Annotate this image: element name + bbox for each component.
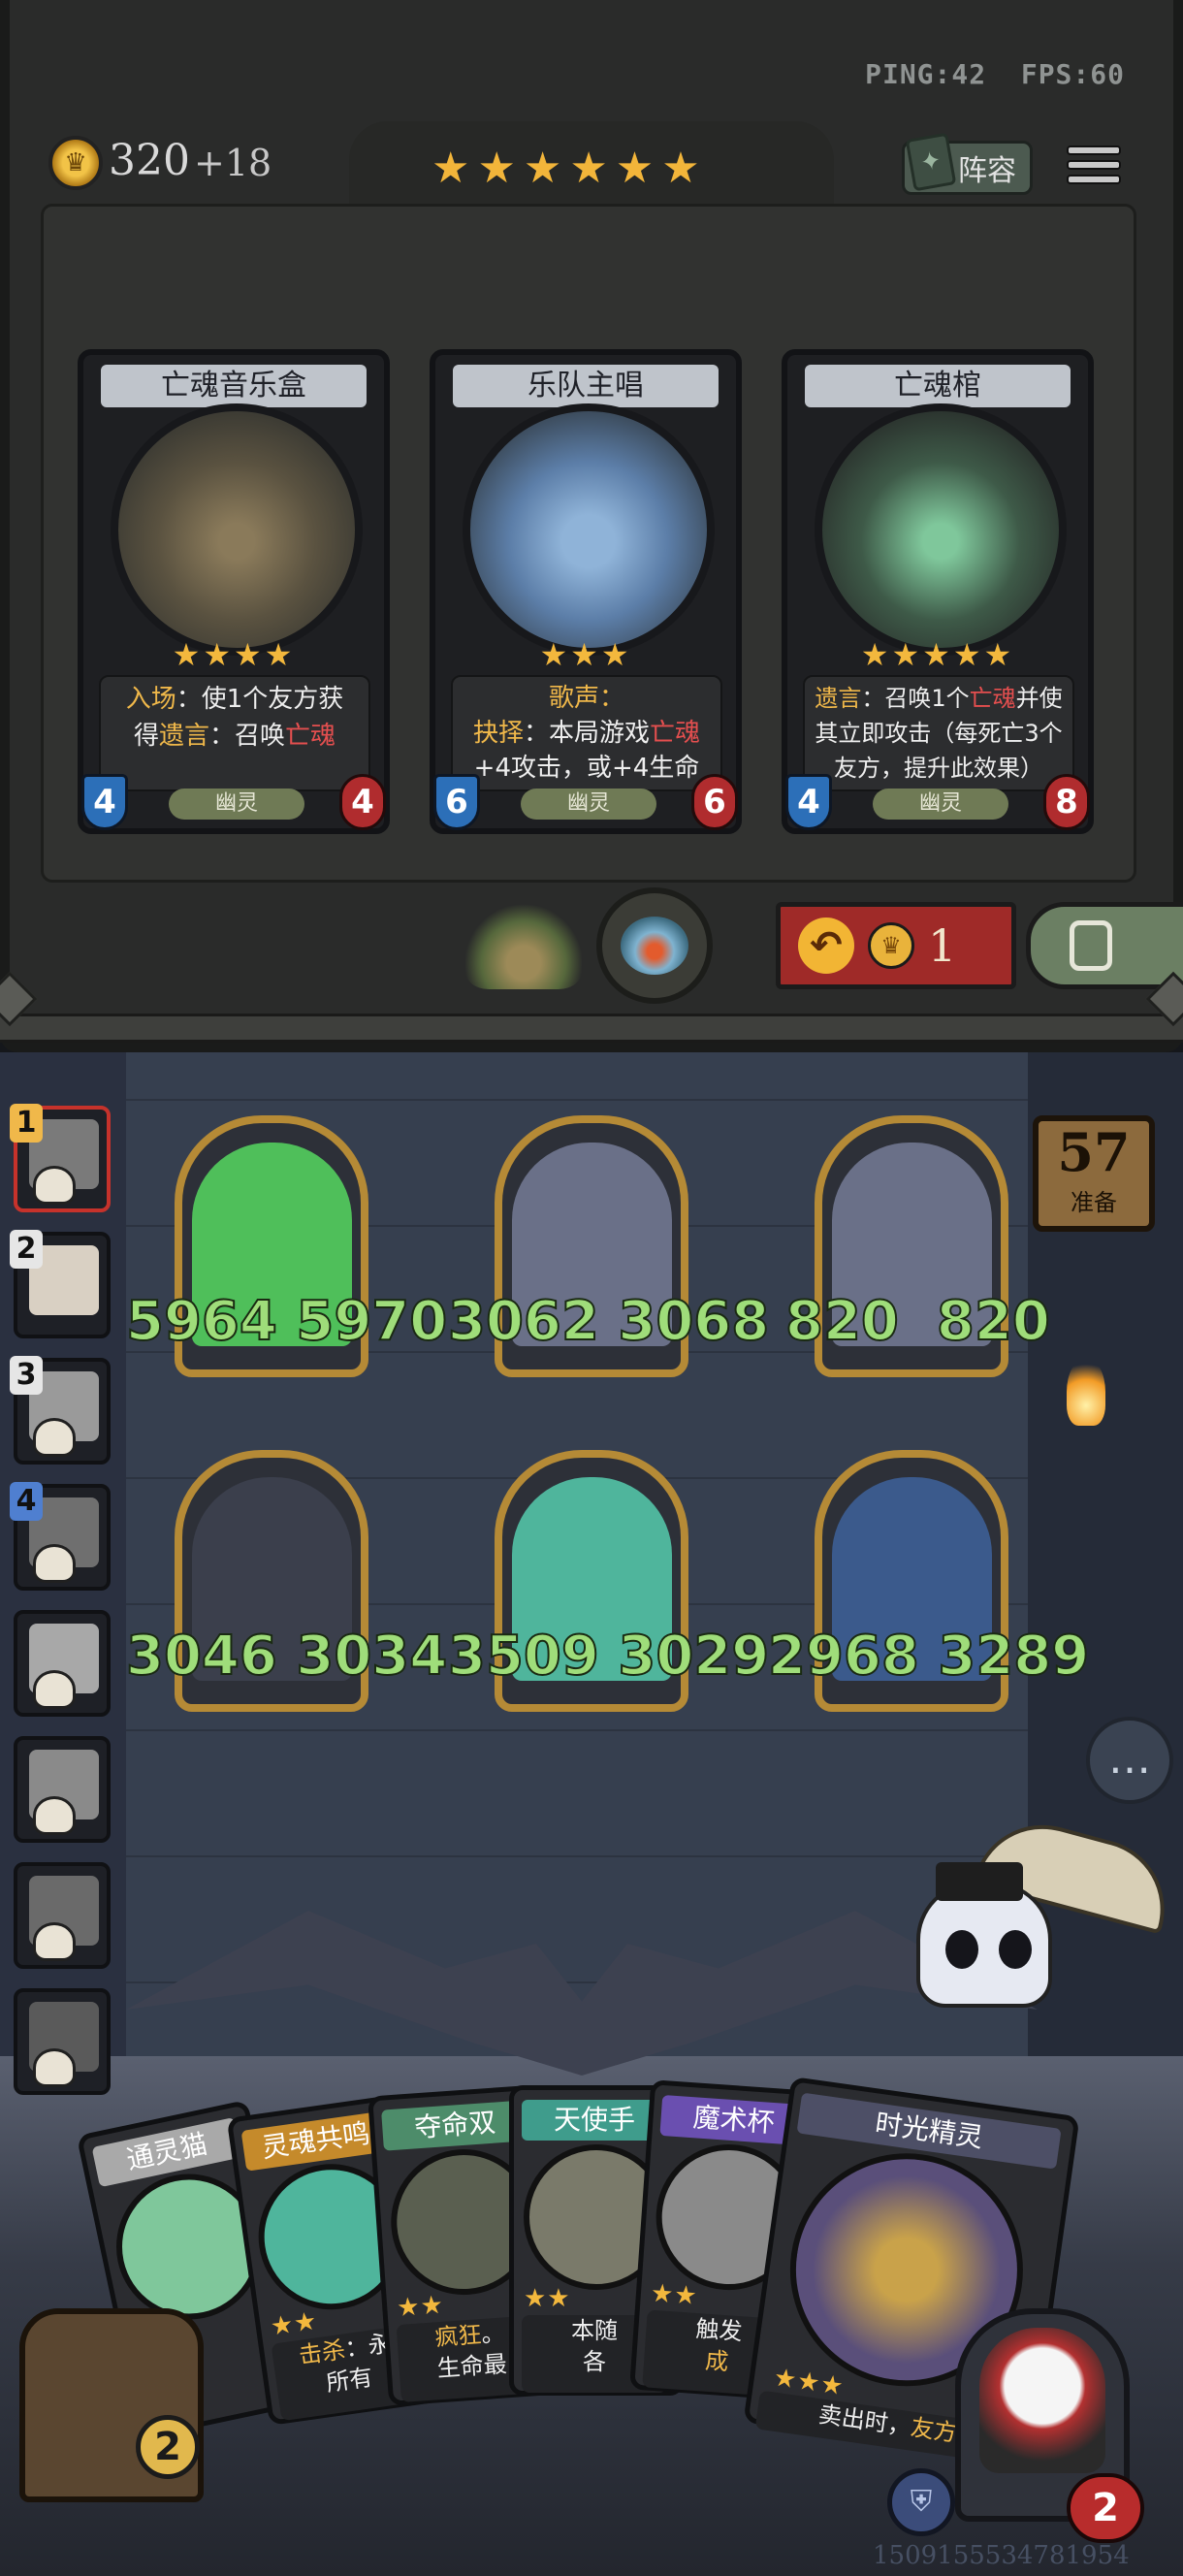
gold-amount: 320: [109, 136, 190, 185]
card-name: 亡魂棺: [805, 365, 1071, 407]
lineup-slot[interactable]: [14, 1988, 111, 2095]
minion-health: 3029: [617, 1624, 770, 1689]
lock-icon: [1070, 920, 1112, 971]
book-icon: ✦: [905, 132, 957, 192]
minion-attack: 3509: [447, 1624, 600, 1689]
minion-stats: 3509 3029: [447, 1624, 770, 1689]
coffin-portrait: [815, 403, 1067, 656]
hero-portrait: [979, 2328, 1105, 2473]
minion-attack: 3046: [125, 1624, 278, 1689]
herb-icon[interactable]: [465, 902, 582, 989]
lineup-slot[interactable]: 4: [10, 1482, 111, 1591]
card-tribe-tag: 幽灵: [873, 789, 1008, 820]
health-stat: 6: [691, 774, 738, 830]
player-id: 1509155534781954: [873, 2541, 1130, 2570]
round-timer: 57 准备: [1033, 1115, 1155, 1232]
hand-card-stars: ★★: [649, 2278, 699, 2311]
shop-card[interactable]: 亡魂棺 ★★★★★ 遗言：召唤1个亡魂并使 其立即攻击（每死亡3个 友方，提升此…: [782, 349, 1094, 834]
minion-stats: 2968 3289: [767, 1624, 1090, 1689]
card-tribe-tag: 幽灵: [169, 789, 304, 820]
card-tribe-tag: 幽灵: [521, 789, 656, 820]
skull-icon: [33, 1544, 76, 1583]
minion-health: 5970: [295, 1289, 448, 1354]
card-name: 乐队主唱: [453, 365, 719, 407]
torch-icon: [1067, 1358, 1105, 1426]
card-description: 遗言：召唤1个亡魂并使 其立即攻击（每死亡3个 友方，提升此效果）: [803, 675, 1074, 791]
refresh-button[interactable]: ↶ ♛ 1: [776, 902, 1016, 989]
lineup-slot[interactable]: [14, 1862, 111, 1969]
hand-card-stars: ★★: [268, 2306, 320, 2342]
skull-icon: [33, 1166, 76, 1205]
hand-card-title: 天使手: [522, 2100, 667, 2141]
minion-stats: 820 820: [784, 1289, 1051, 1354]
gold-coin-icon: ♛: [868, 922, 914, 969]
tavern-tier-stars: ★★★★★★: [432, 144, 708, 193]
health-stat: 4: [339, 774, 386, 830]
menu-icon[interactable]: [1067, 141, 1121, 195]
skull-icon: [33, 1418, 76, 1457]
panel-rail: [0, 1014, 1183, 1043]
hand-card-stars: ★★: [524, 2284, 571, 2313]
fishbowl-button[interactable]: [596, 887, 713, 1004]
minion-health: 3289: [937, 1624, 1090, 1689]
attack-stat: 4: [785, 774, 832, 830]
fishbowl-icon: [621, 917, 688, 975]
skull-icon: [33, 1922, 76, 1961]
attack-stat: 4: [81, 774, 128, 830]
hero-health: 2: [1067, 2473, 1144, 2543]
lead-singer-portrait: [463, 403, 715, 656]
minion-attack: 3062: [447, 1289, 600, 1354]
deck-count: 2: [136, 2415, 200, 2479]
card-description: 入场：使1个友方获 得遗言：召唤亡魂: [99, 675, 370, 791]
minion-health: 3034: [295, 1624, 448, 1689]
minion-stats: 3062 3068: [447, 1289, 770, 1354]
gold-coin-icon: ♛: [48, 136, 103, 190]
card-stars: ★★★: [539, 636, 632, 673]
health-stat: 8: [1043, 774, 1090, 830]
refresh-icon: ↶: [798, 918, 854, 974]
card-stars: ★★★★: [172, 636, 296, 673]
lineup-slot[interactable]: 1: [10, 1104, 111, 1212]
shop-card[interactable]: 乐队主唱 ★★★ 歌声： 抉择：本局游戏亡魂 +4攻击，或+4生命 幽灵 6 6: [430, 349, 742, 834]
minion-attack: 820: [784, 1289, 900, 1354]
card-name: 亡魂音乐盒: [101, 365, 367, 407]
skull-icon: [33, 1796, 76, 1835]
ghost-pet: [902, 1823, 1076, 2017]
lineup-slot[interactable]: [14, 1736, 111, 1843]
chat-icon[interactable]: …: [1086, 1717, 1173, 1804]
timer-label: 准备: [1071, 1189, 1117, 1216]
gold-income: +18: [194, 142, 272, 184]
ping-text: PING:42: [865, 58, 987, 90]
attack-stat: 6: [433, 774, 480, 830]
refresh-cost: 1: [928, 919, 957, 972]
lineup-slot[interactable]: [14, 1610, 111, 1717]
minion-stats: 3046 3034: [125, 1624, 448, 1689]
lineup-slot[interactable]: 2: [10, 1230, 111, 1338]
rank-badge: 3: [10, 1356, 43, 1395]
hand-card-stars: ★★: [396, 2290, 445, 2324]
lineup-slot[interactable]: 3: [10, 1356, 111, 1465]
freeze-button[interactable]: [1026, 902, 1183, 989]
music-box-portrait: [111, 403, 363, 656]
card-description: 歌声： 抉择：本局游戏亡魂 +4攻击，或+4生命: [451, 675, 722, 791]
rank-badge: 2: [10, 1230, 43, 1269]
rank-badge: 4: [10, 1482, 43, 1521]
minion-health: 3068: [617, 1289, 770, 1354]
hand-card-title: 夺命双: [381, 2100, 529, 2151]
skull-icon: [33, 2048, 76, 2087]
network-stats: PING:42 FPS:60: [865, 58, 1125, 90]
minion-health: 820: [936, 1289, 1051, 1354]
card-stars: ★★★★★: [860, 636, 1015, 673]
fps-text: FPS:60: [1020, 58, 1125, 90]
shop-card[interactable]: 亡魂音乐盒 ★★★★ 入场：使1个友方获 得遗言：召唤亡魂 幽灵 4 4: [78, 349, 390, 834]
minion-attack: 2968: [767, 1624, 920, 1689]
skull-icon: [33, 1670, 76, 1709]
lineup-label: 阵容: [958, 154, 1016, 188]
rank-badge: 1: [10, 1104, 43, 1143]
shield-icon: ⛨: [887, 2468, 955, 2536]
minion-attack: 5964: [125, 1289, 278, 1354]
minion-stats: 5964 5970: [125, 1289, 448, 1354]
timer-value: 57: [1057, 1121, 1131, 1183]
